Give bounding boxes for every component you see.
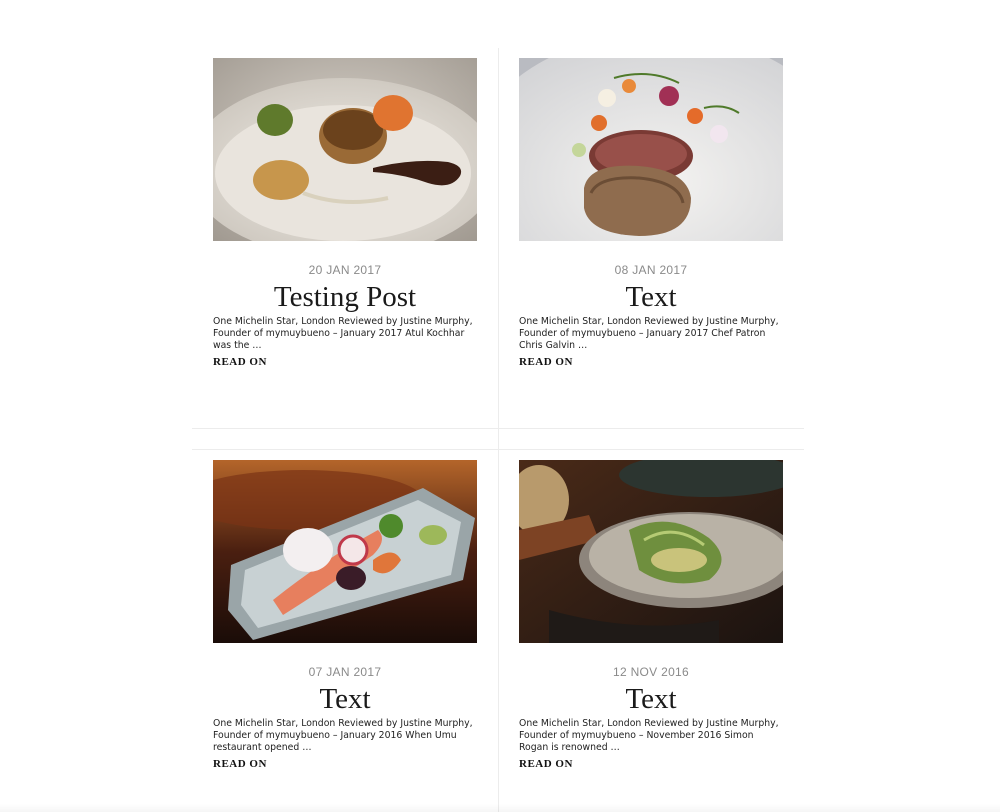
post-title[interactable]: Text — [213, 684, 477, 714]
read-on-link[interactable]: READ ON — [213, 356, 267, 368]
row-divider — [192, 449, 804, 450]
sashimi-dish-image — [213, 460, 477, 643]
post-date: 20 JAN 2017 — [308, 263, 382, 277]
post-date: 07 JAN 2017 — [308, 665, 382, 679]
post-thumbnail[interactable] — [519, 460, 783, 643]
post-excerpt: One Michelin Star, London Reviewed by Ju… — [519, 316, 779, 351]
post-thumbnail[interactable] — [213, 460, 477, 643]
post-card: 08 JAN 2017 Text One Michelin Star, Lond… — [519, 58, 783, 370]
scallop-dish-image — [213, 58, 477, 241]
post-excerpt: One Michelin Star, London Reviewed by Ju… — [519, 718, 779, 753]
tartare-dish-image — [519, 58, 783, 241]
post-card: 07 JAN 2017 Text One Michelin Star, Lond… — [213, 460, 477, 772]
post-excerpt: One Michelin Star, London Reviewed by Ju… — [213, 316, 473, 351]
herb-cracker-dish-image — [519, 460, 783, 643]
post-date: 08 JAN 2017 — [614, 263, 688, 277]
row-divider — [192, 428, 804, 429]
post-card: 12 NOV 2016 Text One Michelin Star, Lond… — [519, 460, 783, 772]
post-thumbnail[interactable] — [213, 58, 477, 241]
read-on-link[interactable]: READ ON — [213, 758, 267, 770]
post-grid: 20 JAN 2017 Testing Post One Michelin St… — [192, 48, 804, 812]
post-card: 20 JAN 2017 Testing Post One Michelin St… — [213, 58, 477, 370]
post-title[interactable]: Testing Post — [213, 282, 477, 312]
post-title[interactable]: Text — [519, 684, 783, 714]
post-date: 12 NOV 2016 — [612, 665, 689, 679]
post-thumbnail[interactable] — [519, 58, 783, 241]
read-on-link[interactable]: READ ON — [519, 758, 573, 770]
post-title[interactable]: Text — [519, 282, 783, 312]
read-on-link[interactable]: READ ON — [519, 356, 573, 368]
page-bottom-edge — [0, 804, 1000, 812]
post-excerpt: One Michelin Star, London Reviewed by Ju… — [213, 718, 473, 753]
column-divider — [498, 48, 499, 812]
